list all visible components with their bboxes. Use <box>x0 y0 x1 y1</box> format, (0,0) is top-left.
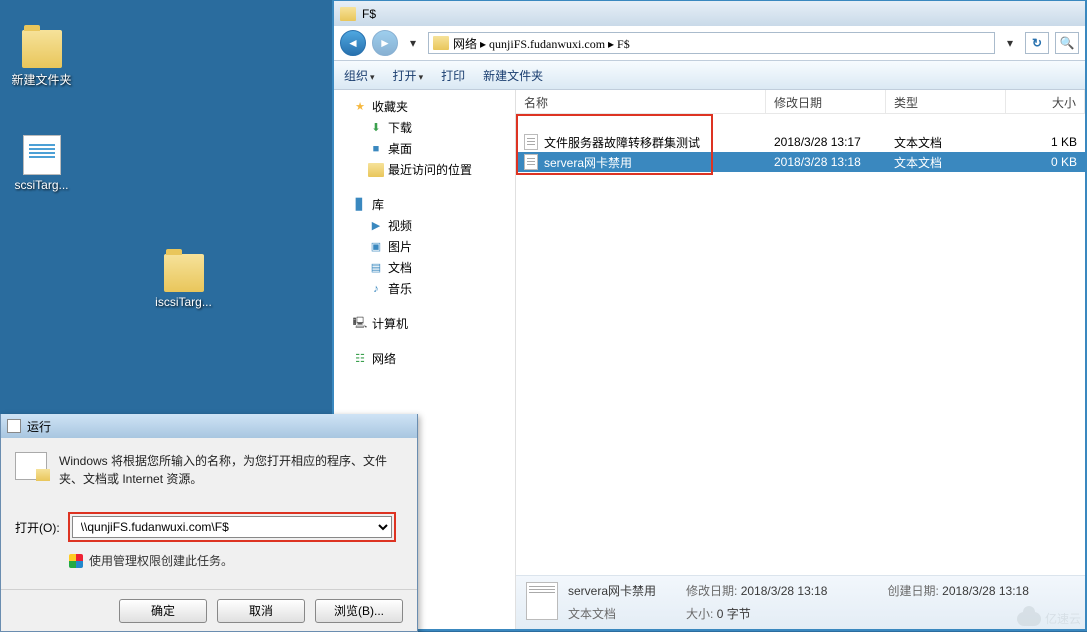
folder-icon <box>368 163 384 177</box>
open-menu[interactable]: 打开 <box>393 67 424 84</box>
icon-label: 新建文件夹 <box>11 71 71 88</box>
cloud-icon <box>1017 612 1041 626</box>
desktop-icon-iscsitarg[interactable]: iscsiTarg... <box>146 254 221 309</box>
column-headers: 名称 修改日期 类型 大小 <box>516 90 1085 114</box>
nav-libraries[interactable]: ▊库 <box>338 194 511 215</box>
history-dropdown[interactable]: ▾ <box>404 30 422 56</box>
document-icon: ▤ <box>368 261 384 275</box>
print-button[interactable]: 打印 <box>441 67 465 84</box>
col-size[interactable]: 大小 <box>1006 90 1085 113</box>
file-content: 名称 修改日期 类型 大小 文件服务器故障转移群集测试 2018/3/28 13… <box>516 90 1085 629</box>
run-large-icon <box>15 452 47 480</box>
document-icon <box>524 154 538 170</box>
library-icon: ▊ <box>352 198 368 212</box>
run-dialog: 运行 Windows 将根据您所输入的名称，为您打开相应的程序、文件夹、文档或 … <box>0 414 418 632</box>
window-title: F$ <box>362 7 376 21</box>
search-button[interactable]: 🔍 <box>1055 32 1079 54</box>
music-icon: ♪ <box>368 282 384 296</box>
folder-icon <box>164 254 204 292</box>
ok-button[interactable]: 确定 <box>119 599 207 623</box>
nav-favorites[interactable]: ★收藏夹 <box>338 96 511 117</box>
nav-computer[interactable]: 🖳计算机 <box>338 313 511 334</box>
picture-icon: ▣ <box>368 240 384 254</box>
status-bar: servera网卡禁用 修改日期: 2018/3/28 13:18 创建日期: … <box>516 575 1085 629</box>
document-icon <box>23 135 61 175</box>
run-input[interactable]: \\qunjiFS.fudanwuxi.com\F$ <box>72 516 392 538</box>
nav-network[interactable]: ☷网络 <box>338 348 511 369</box>
explorer-body: ★收藏夹 ⬇下载 ■桌面 最近访问的位置 ▊库 ▶视频 ▣图片 ▤文档 ♪音乐 … <box>334 90 1085 629</box>
star-icon: ★ <box>352 100 368 114</box>
refresh-button[interactable]: ↻ <box>1025 32 1049 54</box>
nav-music[interactable]: ♪音乐 <box>338 278 511 299</box>
col-type[interactable]: 类型 <box>886 90 1006 113</box>
folder-icon <box>433 36 449 50</box>
explorer-window: F$ ◄ ► ▾ 网络 ▸ qunjiFS.fudanwuxi.com ▸ F$… <box>332 0 1087 631</box>
col-date[interactable]: 修改日期 <box>766 90 886 113</box>
desktop-icon-scsitarg[interactable]: scsiTarg... <box>4 135 79 192</box>
icon-label: scsiTarg... <box>14 178 68 192</box>
admin-note: 使用管理权限创建此任务。 <box>89 552 233 569</box>
folder-icon <box>340 7 356 21</box>
nav-recent[interactable]: 最近访问的位置 <box>338 159 511 180</box>
browse-button[interactable]: 浏览(B)... <box>315 599 403 623</box>
forward-button[interactable]: ► <box>372 30 398 56</box>
icon-label: iscsiTarg... <box>155 295 212 309</box>
file-row[interactable]: 文件服务器故障转移群集测试 2018/3/28 13:17 文本文档 1 KB <box>516 132 1085 152</box>
document-icon <box>526 582 558 620</box>
video-icon: ▶ <box>368 219 384 233</box>
run-description: Windows 将根据您所输入的名称，为您打开相应的程序、文件夹、文档或 Int… <box>59 452 403 488</box>
run-icon <box>7 419 21 433</box>
address-dropdown[interactable]: ▾ <box>1001 30 1019 56</box>
cancel-button[interactable]: 取消 <box>217 599 305 623</box>
run-titlebar[interactable]: 运行 <box>1 414 417 438</box>
status-name: servera网卡禁用 <box>568 582 656 601</box>
nav-pictures[interactable]: ▣图片 <box>338 236 511 257</box>
network-icon: ☷ <box>352 352 368 366</box>
address-path: 网络 ▸ qunjiFS.fudanwuxi.com ▸ F$ <box>453 35 630 52</box>
explorer-titlebar[interactable]: F$ <box>334 1 1085 26</box>
nav-videos[interactable]: ▶视频 <box>338 215 511 236</box>
download-icon: ⬇ <box>368 121 384 135</box>
organize-menu[interactable]: 组织 <box>344 67 375 84</box>
address-field[interactable]: 网络 ▸ qunjiFS.fudanwuxi.com ▸ F$ <box>428 32 995 54</box>
folder-icon <box>22 30 62 68</box>
file-list: 文件服务器故障转移群集测试 2018/3/28 13:17 文本文档 1 KB … <box>516 114 1085 575</box>
nav-documents[interactable]: ▤文档 <box>338 257 511 278</box>
open-label: 打开(O): <box>15 519 60 536</box>
nav-desktop[interactable]: ■桌面 <box>338 138 511 159</box>
desktop-icon-newfolder[interactable]: 新建文件夹 <box>4 30 79 88</box>
computer-icon: 🖳 <box>352 317 368 331</box>
desktop-icon: ■ <box>368 142 384 156</box>
input-highlight: \\qunjiFS.fudanwuxi.com\F$ <box>68 512 396 542</box>
nav-downloads[interactable]: ⬇下载 <box>338 117 511 138</box>
back-button[interactable]: ◄ <box>340 30 366 56</box>
col-name[interactable]: 名称 <box>516 90 766 113</box>
button-bar: 确定 取消 浏览(B)... <box>1 589 417 631</box>
run-title: 运行 <box>27 418 51 435</box>
document-icon <box>524 134 538 150</box>
address-bar: ◄ ► ▾ 网络 ▸ qunjiFS.fudanwuxi.com ▸ F$ ▾ … <box>334 26 1085 60</box>
newfolder-button[interactable]: 新建文件夹 <box>483 67 543 84</box>
explorer-toolbar: 组织 打开 打印 新建文件夹 <box>334 60 1085 90</box>
file-row[interactable]: servera网卡禁用 2018/3/28 13:18 文本文档 0 KB <box>516 152 1085 172</box>
watermark: 亿速云 <box>1017 610 1081 627</box>
status-type: 文本文档 <box>568 605 656 624</box>
shield-icon <box>69 554 83 568</box>
